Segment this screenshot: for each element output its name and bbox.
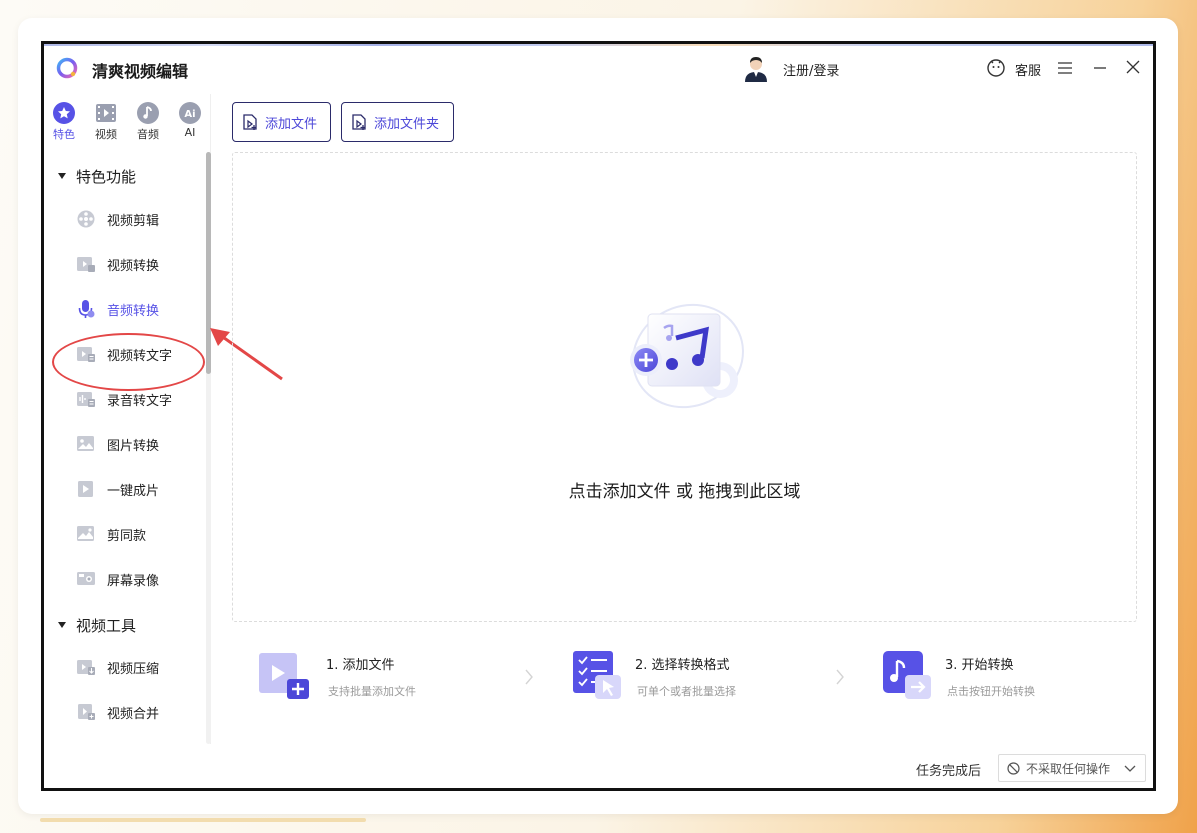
after-task-select[interactable]: 不采取任何操作 bbox=[998, 754, 1146, 782]
video-convert-icon bbox=[77, 257, 95, 272]
sidebar-item-audio-convert[interactable]: 音频转换 bbox=[76, 297, 159, 321]
image-icon bbox=[77, 436, 94, 451]
login-register-link[interactable]: 注册/登录 bbox=[783, 60, 839, 79]
after-task-value: 不采取任何操作 bbox=[1026, 761, 1111, 776]
app-title: 清爽视频编辑 bbox=[92, 62, 189, 81]
group-title: 视频工具 bbox=[76, 617, 137, 635]
add-folder-label: 添加文件夹 bbox=[374, 116, 440, 132]
minimize-icon[interactable] bbox=[1092, 60, 1108, 76]
tab-video[interactable]: 视频 bbox=[86, 102, 126, 142]
add-file-icon bbox=[243, 114, 257, 130]
sidebar-item-video-merge[interactable]: 视频合并 bbox=[76, 700, 159, 724]
annotation-ellipse bbox=[52, 333, 205, 391]
step-1-subtitle: 支持批量添加文件 bbox=[328, 685, 416, 698]
add-folder-button[interactable]: 添加文件夹 bbox=[341, 102, 454, 142]
add-file-button[interactable]: 添加文件 bbox=[232, 102, 331, 142]
microphone-icon bbox=[78, 300, 95, 318]
group-title: 特色功能 bbox=[76, 168, 137, 186]
add-file-label: 添加文件 bbox=[265, 116, 318, 132]
menu-icon[interactable] bbox=[1057, 60, 1073, 76]
sidebar-item-label: 一键成片 bbox=[107, 483, 160, 499]
group-header-video-tools[interactable]: 视频工具 bbox=[58, 615, 136, 636]
add-folder-icon bbox=[352, 114, 366, 130]
app-window: 清爽视频编辑 注册/登录 客服 特色 视频 音频 Ai AI 特色功能 视频剪辑… bbox=[41, 41, 1156, 791]
sidebar-item-label: 图片转换 bbox=[107, 438, 160, 454]
tab-label: 特色 bbox=[53, 128, 75, 141]
drop-zone-text: 点击添加文件 或 拖拽到此区域 bbox=[568, 482, 801, 502]
sidebar-item-label: 音频转换 bbox=[107, 303, 160, 319]
sidebar-item-label: 视频剪辑 bbox=[107, 213, 160, 229]
customer-service-icon[interactable] bbox=[986, 58, 1006, 78]
decorative-strip bbox=[40, 818, 366, 822]
collapse-triangle-icon bbox=[58, 622, 66, 628]
video-merge-icon bbox=[78, 704, 95, 720]
sidebar-item-one-click-film[interactable]: 一键成片 bbox=[76, 477, 159, 501]
sidebar-item-label: 视频合并 bbox=[107, 706, 160, 722]
chevron-down-icon bbox=[1124, 765, 1136, 772]
sidebar-item-label: 视频转换 bbox=[107, 258, 160, 274]
play-document-icon bbox=[78, 481, 93, 497]
sidebar-item-screen-record[interactable]: 屏幕录像 bbox=[76, 567, 159, 591]
chevron-right-icon bbox=[525, 669, 533, 685]
add-audio-illustration-icon bbox=[630, 303, 744, 409]
step-2-title: 2. 选择转换格式 bbox=[635, 658, 730, 673]
step-3-title: 3. 开始转换 bbox=[945, 658, 1014, 673]
prohibited-icon bbox=[1007, 761, 1020, 775]
user-avatar-icon[interactable] bbox=[743, 55, 769, 83]
ai-icon: Ai bbox=[179, 102, 201, 124]
start-convert-step-icon bbox=[883, 651, 931, 699]
chevron-right-icon bbox=[836, 669, 844, 685]
tab-ai[interactable]: Ai AI bbox=[170, 102, 210, 139]
sidebar-item-image-convert[interactable]: 图片转换 bbox=[76, 432, 159, 456]
app-logo-icon bbox=[56, 57, 78, 79]
title-bar: 清爽视频编辑 注册/登录 客服 bbox=[44, 44, 1153, 94]
tab-label: 音频 bbox=[137, 128, 159, 141]
tab-audio[interactable]: 音频 bbox=[128, 102, 168, 142]
film-reel-icon bbox=[77, 210, 95, 228]
sidebar-item-label: 视频压缩 bbox=[107, 661, 160, 677]
sidebar-item-label: 录音转文字 bbox=[107, 393, 173, 409]
screen-record-icon bbox=[77, 572, 95, 585]
step-3-subtitle: 点击按钮开始转换 bbox=[947, 685, 1035, 698]
step-1-title: 1. 添加文件 bbox=[326, 658, 395, 673]
film-icon bbox=[96, 104, 116, 122]
add-file-step-icon bbox=[259, 653, 309, 699]
video-compress-icon bbox=[77, 660, 95, 675]
music-note-icon bbox=[137, 102, 159, 124]
sidebar-item-video-convert[interactable]: 视频转换 bbox=[76, 252, 159, 276]
collapse-triangle-icon bbox=[58, 173, 66, 179]
close-icon[interactable] bbox=[1125, 59, 1141, 75]
sidebar-item-label: 屏幕录像 bbox=[107, 573, 160, 589]
template-icon bbox=[77, 526, 94, 541]
sidebar-item-video-compress[interactable]: 视频压缩 bbox=[76, 655, 159, 679]
star-icon bbox=[53, 102, 75, 124]
tab-label: 视频 bbox=[95, 128, 117, 141]
audio-to-text-icon bbox=[77, 392, 95, 407]
tab-label: AI bbox=[184, 126, 196, 139]
sidebar: 特色 视频 音频 Ai AI 特色功能 视频剪辑 视频转换 音频转换 视频转文字… bbox=[44, 94, 212, 744]
sidebar-item-label: 剪同款 bbox=[107, 528, 147, 544]
group-header-featured[interactable]: 特色功能 bbox=[58, 166, 136, 187]
sidebar-item-same-style[interactable]: 剪同款 bbox=[76, 522, 146, 546]
customer-service-link[interactable]: 客服 bbox=[1015, 60, 1041, 79]
step-2-subtitle: 可单个或者批量选择 bbox=[637, 685, 736, 698]
sidebar-item-video-edit[interactable]: 视频剪辑 bbox=[76, 207, 159, 231]
svg-text:Ai: Ai bbox=[184, 109, 195, 120]
after-task-label: 任务完成后 bbox=[916, 764, 982, 779]
file-drop-zone[interactable]: 点击添加文件 或 拖拽到此区域 bbox=[232, 152, 1137, 622]
choose-format-step-icon bbox=[573, 651, 621, 699]
tab-featured[interactable]: 特色 bbox=[44, 102, 84, 142]
